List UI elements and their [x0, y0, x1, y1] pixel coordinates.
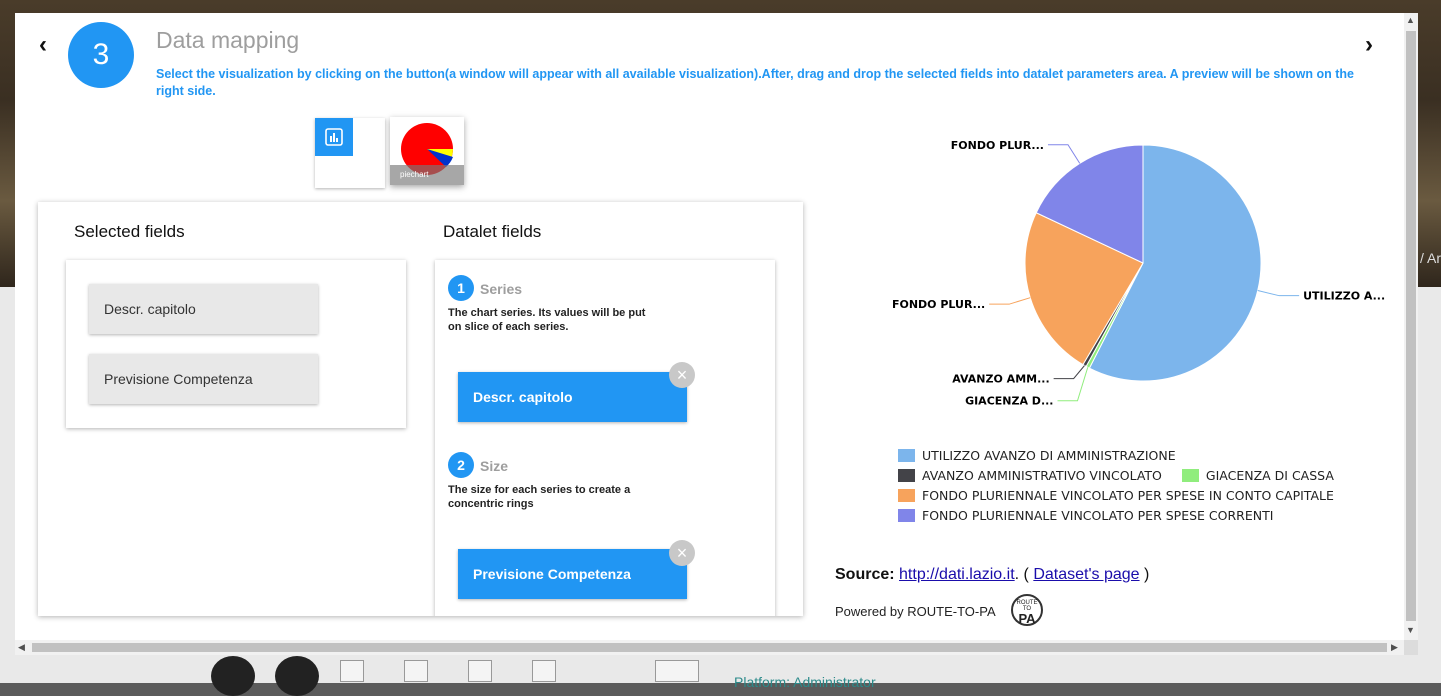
source-close-paren: ): [1139, 566, 1150, 583]
source-label: Source:: [835, 566, 895, 583]
legend-item[interactable]: GIACENZA DI CASSA: [1181, 467, 1334, 483]
background-image-icon: [404, 660, 428, 682]
remove-series-close-icon[interactable]: ×: [669, 362, 695, 388]
background-edge-text: / Ar: [1420, 250, 1441, 266]
powered-by-text: Powered by ROUTE-TO-PA: [835, 604, 996, 619]
series-drop-zone[interactable]: Descr. capitolo: [458, 372, 687, 422]
legend-row: FONDO PLURIENNALE VINCOLATO PER SPESE IN…: [898, 485, 1398, 505]
legend-label: GIACENZA DI CASSA: [1205, 467, 1334, 483]
legend-label: AVANZO AMMINISTRATIVO VINCOLATO: [922, 467, 1162, 483]
background-image-icon: [340, 660, 364, 682]
visualization-name-label: piechart: [390, 165, 464, 185]
scroll-right-icon[interactable]: ▶: [1391, 642, 1398, 653]
legend-row: AVANZO AMMINISTRATIVO VINCOLATO GIACENZA …: [898, 465, 1398, 485]
remove-size-close-icon[interactable]: ×: [669, 540, 695, 566]
slice-label: AVANZO AMM...: [952, 373, 1049, 386]
legend-swatch: [898, 448, 915, 462]
selected-fields-title: Selected fields: [74, 222, 185, 241]
slice-connector: [1047, 144, 1081, 164]
param-description: The size for each series to create a con…: [448, 484, 631, 510]
legend-item[interactable]: UTILIZZO AVANZO DI AMMINISTRAZIONE: [898, 448, 1176, 463]
background-avatar-icon: [275, 656, 319, 696]
legend-item[interactable]: FONDO PLURIENNALE VINCOLATO PER SPESE IN…: [898, 488, 1334, 503]
legend-label: FONDO PLURIENNALE VINCOLATO PER SPESE CO…: [922, 507, 1274, 523]
legend-row: UTILIZZO AVANZO DI AMMINISTRAZIONE: [898, 445, 1398, 465]
selected-fields-panel: Descr. capitolo Previsione Competenza: [66, 260, 406, 428]
slice-connector: [989, 297, 1031, 305]
data-mapping-modal: ‹ › 3 Data mapping Select the visualizat…: [15, 13, 1418, 640]
previous-step-chevron-left-icon[interactable]: ‹: [39, 31, 47, 59]
scroll-left-icon[interactable]: ◀: [18, 642, 25, 653]
vertical-scrollbar[interactable]: ▲ ▼: [1404, 13, 1418, 640]
param-number-badge: 2: [448, 452, 474, 478]
pie-chart: UTILIZZO A... GIACENZA D... AVANZO AMM... F…: [892, 139, 1385, 408]
legend-row: FONDO PLURIENNALE VINCOLATO PER SPESE CO…: [898, 505, 1398, 525]
step-title: Data mapping: [156, 27, 300, 53]
slice-connector: [1257, 290, 1300, 297]
slice-label: FONDO PLUR...: [892, 298, 985, 311]
chart-legend: UTILIZZO AVANZO DI AMMINISTRAZIONE AVANZO…: [898, 445, 1398, 525]
bar-chart-icon: [315, 118, 353, 156]
background-image-icon: [468, 660, 492, 682]
dataset-page-link[interactable]: Dataset's page: [1033, 566, 1139, 583]
field-mapping-card: Selected fields Datalet fields Descr. ca…: [38, 202, 803, 616]
source-separator: . (: [1014, 566, 1034, 583]
selected-field-chip[interactable]: Previsione Competenza: [89, 354, 318, 404]
slice-connector: [1053, 365, 1085, 380]
select-visualization-button[interactable]: [315, 118, 385, 188]
chart-preview: UTILIZZO A... GIACENZA D... AVANZO AMM... F…: [825, 113, 1385, 443]
selected-visualization-piechart[interactable]: piechart: [390, 117, 464, 185]
legend-label: FONDO PLURIENNALE VINCOLATO PER SPESE IN…: [922, 487, 1334, 503]
scroll-down-icon[interactable]: ▼: [1406, 625, 1415, 635]
next-step-chevron-right-icon[interactable]: ›: [1365, 31, 1373, 59]
background-image-icon: [655, 660, 699, 682]
legend-swatch: [898, 488, 915, 502]
background-avatar-icon: [211, 656, 255, 696]
slice-label: UTILIZZO A...: [1303, 290, 1385, 303]
param-description: The chart series. Its values will be put…: [448, 307, 646, 333]
scrollbar-corner: [1404, 640, 1418, 655]
legend-swatch: [898, 468, 915, 482]
step-description: Select the visualization by clicking on …: [156, 67, 1354, 98]
legend-item[interactable]: FONDO PLURIENNALE VINCOLATO PER SPESE CO…: [898, 508, 1273, 523]
legend-swatch: [1181, 468, 1199, 482]
selected-field-chip[interactable]: Descr. capitolo: [89, 284, 318, 334]
legend-swatch: [898, 508, 915, 522]
legend-item[interactable]: AVANZO AMMINISTRATIVO VINCOLATO: [898, 468, 1162, 483]
horizontal-scrollbar[interactable]: ◀ ▶: [15, 640, 1404, 655]
slice-label: FONDO PLUR...: [951, 139, 1044, 152]
size-drop-zone[interactable]: Previsione Competenza: [458, 549, 687, 599]
param-title-series: Series: [480, 281, 523, 297]
slice-connector: [1057, 367, 1089, 402]
scroll-up-icon[interactable]: ▲: [1406, 15, 1415, 25]
legend-label: UTILIZZO AVANZO DI AMMINISTRAZIONE: [922, 447, 1176, 463]
route-to-pa-logo-icon: ROUTE TO PA: [1011, 594, 1043, 626]
param-number-badge: 1: [448, 275, 474, 301]
source-line: Source: http://dati.lazio.it. ( Dataset'…: [835, 566, 1149, 584]
source-link[interactable]: http://dati.lazio.it: [899, 566, 1015, 583]
slice-label: GIACENZA D...: [965, 395, 1053, 408]
background-platform-link[interactable]: Platform: Administrator: [734, 674, 876, 690]
step-number-badge: 3: [68, 22, 134, 88]
horizontal-scroll-thumb[interactable]: [32, 643, 1387, 652]
param-title-size: Size: [480, 458, 509, 474]
background-image-icon: [532, 660, 556, 682]
logo-bottom-text: PA: [1018, 611, 1036, 626]
vertical-scroll-thumb[interactable]: [1406, 31, 1416, 621]
datalet-parameters-panel: 1 Series The chart series. Its values wi…: [435, 260, 775, 616]
datalet-fields-title: Datalet fields: [443, 222, 542, 241]
